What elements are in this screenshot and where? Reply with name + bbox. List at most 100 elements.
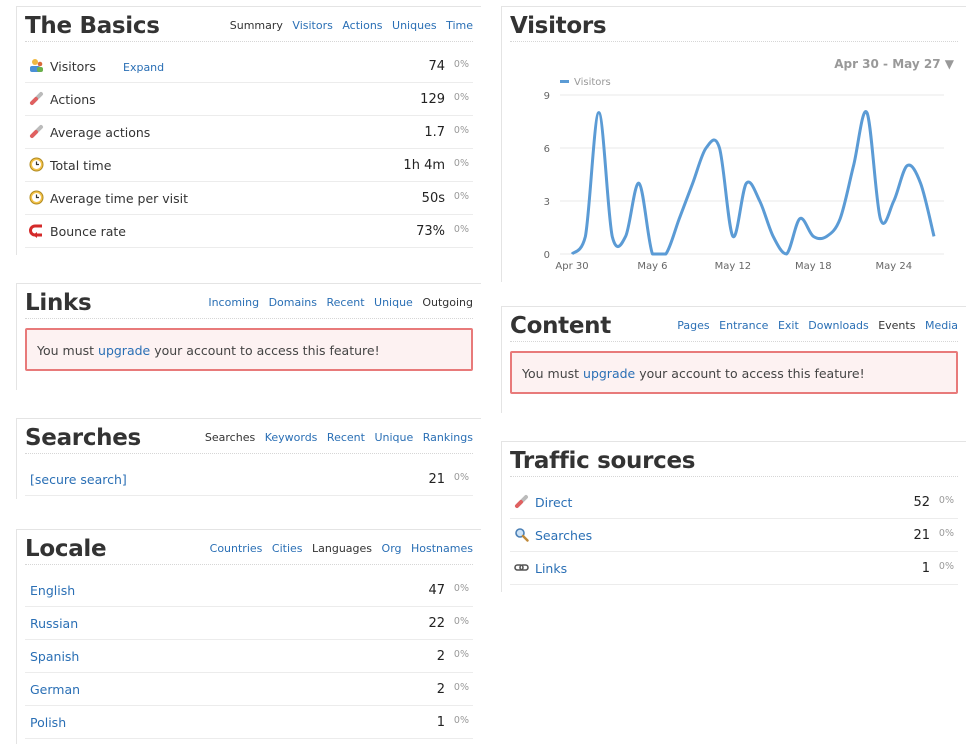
upgrade-link[interactable]: upgrade [98, 343, 150, 358]
language-link[interactable]: Polish [30, 715, 66, 730]
x-tick-label: May 24 [875, 261, 912, 272]
tab-keywords[interactable]: Keywords [265, 431, 318, 444]
locale-panel: Locale Countries Cities Languages Org Ho… [16, 529, 481, 744]
row-value: 2 [436, 649, 445, 664]
basics-row-average-actions: Average actions 1.7 0% [25, 116, 473, 149]
tab-media[interactable]: Media [925, 319, 958, 332]
row-percent: 0% [453, 715, 469, 726]
row-percent: 0% [938, 561, 954, 572]
row-percent: 0% [453, 583, 469, 594]
tab-incoming[interactable]: Incoming [208, 296, 259, 309]
row-percent: 0% [938, 528, 954, 539]
row-percent: 0% [453, 649, 469, 660]
tab-time[interactable]: Time [446, 19, 473, 32]
list-item: Russian 22 0% [25, 607, 473, 640]
tab-outgoing[interactable]: Outgoing [422, 296, 473, 309]
basics-row-bounce-rate: Bounce rate 73% 0% [25, 215, 473, 248]
x-tick-label: May 12 [715, 261, 752, 272]
tab-countries[interactable]: Countries [210, 542, 263, 555]
warning-prefix: You must [522, 366, 584, 381]
actions-icon [30, 92, 43, 105]
row-label: Actions [50, 92, 96, 107]
tab-domains[interactable]: Domains [269, 296, 317, 309]
y-tick-label: 3 [544, 197, 550, 208]
links-header: Links Incoming Domains Recent Unique Out… [25, 290, 473, 319]
visitors-chart: 0 3 6 9 Apr 30 May 6 May 12 May 18 May 24 Visitor… [544, 77, 944, 272]
tab-summary[interactable]: Summary [230, 19, 283, 32]
tab-recent[interactable]: Recent [326, 296, 364, 309]
row-value: 22 [428, 616, 445, 631]
tab-exit[interactable]: Exit [778, 319, 799, 332]
row-percent: 0% [453, 92, 469, 103]
language-link[interactable]: English [30, 583, 75, 598]
tab-visitors[interactable]: Visitors [292, 19, 332, 32]
tab-languages[interactable]: Languages [312, 542, 372, 555]
tab-rankings[interactable]: Rankings [423, 431, 473, 444]
x-tick-label: May 6 [637, 261, 667, 272]
traffic-source-link[interactable]: Links [535, 561, 567, 576]
tab-hostnames[interactable]: Hostnames [411, 542, 473, 555]
language-link[interactable]: Spanish [30, 649, 79, 664]
tab-events[interactable]: Events [878, 319, 915, 332]
row-value: 21 [913, 528, 930, 543]
language-link[interactable]: Russian [30, 616, 78, 631]
legend-label: Visitors [574, 77, 611, 88]
tab-cities[interactable]: Cities [272, 542, 303, 555]
list-item: Spanish 2 0% [25, 640, 473, 673]
row-value: 129 [420, 92, 445, 107]
tab-org[interactable]: Org [382, 542, 402, 555]
searches-panel: Searches Searches Keywords Recent Unique… [16, 418, 481, 499]
traffic-row-searches: Searches 21 0% [510, 519, 958, 552]
magnifier-icon [515, 528, 529, 542]
tab-pages[interactable]: Pages [677, 319, 709, 332]
row-label: Total time [50, 158, 112, 173]
row-value: 21 [428, 472, 445, 487]
row-label: Visitors [50, 59, 96, 74]
tab-unique[interactable]: Unique [374, 431, 413, 444]
list-item: English 47 0% [25, 574, 473, 607]
upgrade-link[interactable]: upgrade [583, 366, 635, 381]
expand-link[interactable]: Expand [123, 61, 164, 74]
warning-prefix: You must [37, 343, 99, 358]
tab-unique[interactable]: Unique [374, 296, 413, 309]
basics-tabs: Summary Visitors Actions Uniques Time [224, 19, 473, 32]
row-percent: 0% [938, 495, 954, 506]
row-value: 1.7 [424, 125, 445, 140]
basics-row-average-time: Average time per visit 50s 0% [25, 182, 473, 215]
visitors-panel: Visitors Apr 30 - May 27 ▼ 0 3 6 9 Apr 30 May… [501, 6, 966, 282]
list-item: [secure search] 21 0% [25, 463, 473, 496]
tab-recent[interactable]: Recent [327, 431, 365, 444]
row-value: 2 [436, 682, 445, 697]
warning-suffix: your account to access this feature! [150, 343, 380, 358]
basics-panel: The Basics Summary Visitors Actions Uniq… [16, 6, 481, 255]
row-percent: 0% [453, 191, 469, 202]
content-tabs: Pages Entrance Exit Downloads Events Med… [671, 319, 958, 332]
traffic-source-link[interactable]: Searches [535, 528, 592, 543]
language-link[interactable]: German [30, 682, 80, 697]
search-term-link[interactable]: [secure search] [30, 472, 127, 487]
row-percent: 0% [453, 125, 469, 136]
tab-uniques[interactable]: Uniques [392, 19, 437, 32]
traffic-panel: Traffic sources Direct 52 0% Searches 21… [501, 441, 966, 592]
row-label: Average actions [50, 125, 151, 140]
tab-downloads[interactable]: Downloads [808, 319, 868, 332]
upgrade-warning: You must upgrade your account to access … [25, 328, 473, 371]
traffic-row-direct: Direct 52 0% [510, 486, 958, 519]
actions-icon [30, 125, 43, 138]
basics-header: The Basics Summary Visitors Actions Uniq… [25, 13, 473, 42]
list-item: German 2 0% [25, 673, 473, 706]
tab-searches[interactable]: Searches [205, 431, 255, 444]
searches-header: Searches Searches Keywords Recent Unique… [25, 425, 473, 454]
list-item: Polish 1 0% [25, 706, 473, 739]
clock-icon [29, 157, 44, 172]
traffic-source-link[interactable]: Direct [535, 495, 572, 510]
tab-actions[interactable]: Actions [342, 19, 382, 32]
row-value: 50s [421, 191, 445, 206]
searches-tabs: Searches Keywords Recent Unique Rankings [199, 431, 473, 444]
row-value: 1 [921, 561, 930, 576]
tab-entrance[interactable]: Entrance [719, 319, 768, 332]
warning-text: You must upgrade your account to access … [522, 366, 865, 381]
basics-row-visitors: Visitors Expand 74 0% [25, 50, 473, 83]
content-title: Content [510, 313, 611, 339]
y-tick-label: 6 [544, 144, 550, 155]
